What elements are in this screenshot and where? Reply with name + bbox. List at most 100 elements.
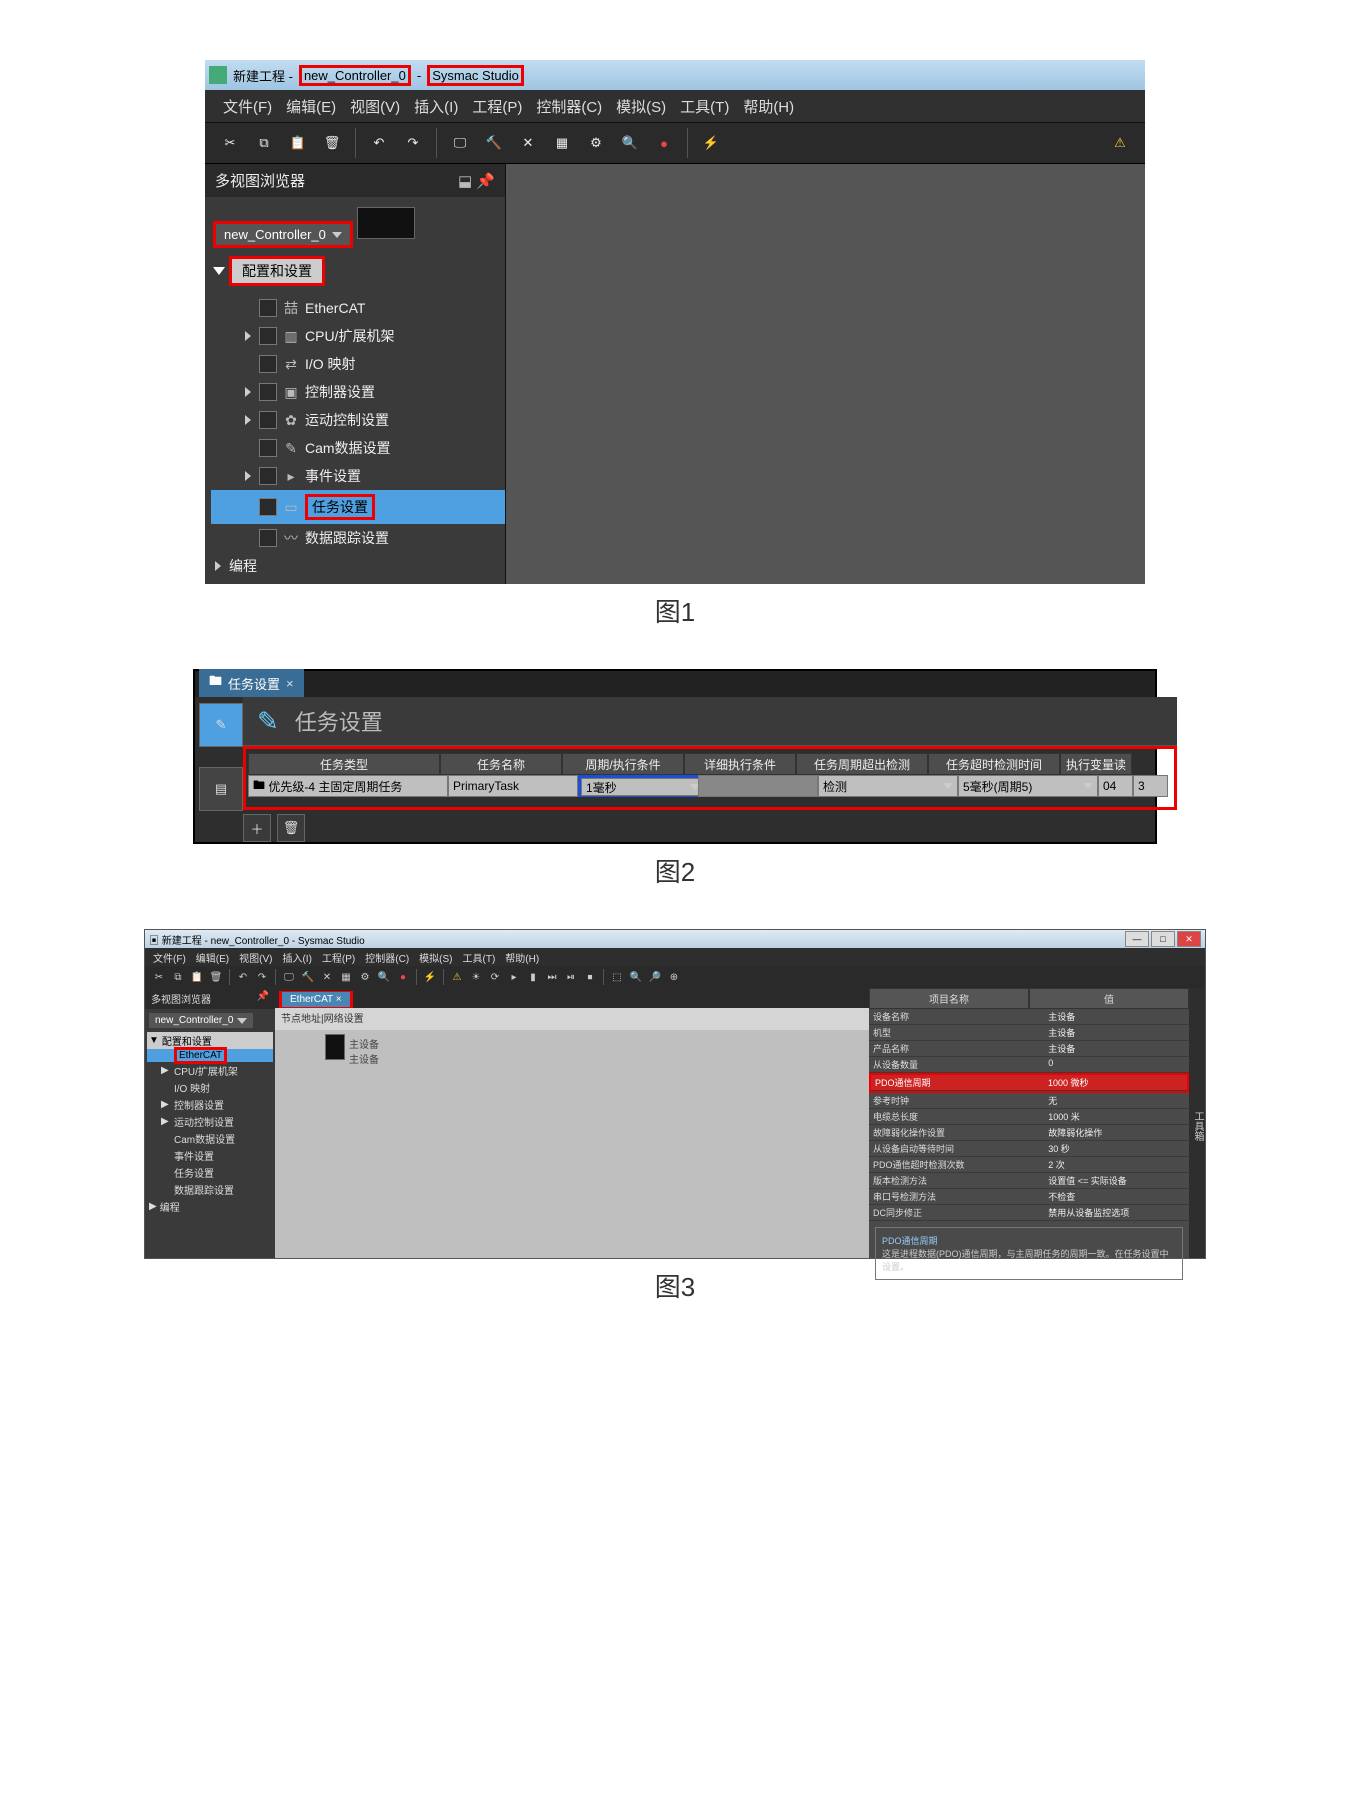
- alert-icon[interactable]: ●: [649, 128, 679, 158]
- cut-icon[interactable]: ✂: [151, 969, 167, 985]
- sub-header: 节点地址|网络设置: [275, 1008, 869, 1030]
- menu-view[interactable]: 视图(V): [350, 96, 400, 117]
- undo-icon[interactable]: ↶: [364, 128, 394, 158]
- tree-item[interactable]: 〰数据跟踪设置: [211, 524, 505, 552]
- cell-v1[interactable]: 04: [1098, 775, 1133, 797]
- property-row[interactable]: 串口号检测方法不检查: [869, 1189, 1189, 1205]
- cell-over-dropdown[interactable]: 检测: [818, 775, 958, 797]
- tool5-icon[interactable]: ⚡: [696, 128, 726, 158]
- close-icon[interactable]: ×: [286, 676, 294, 691]
- copy-icon[interactable]: ⧉: [249, 128, 279, 158]
- controller-select[interactable]: new_Controller_0: [149, 1013, 253, 1028]
- expand-icon[interactable]: [213, 267, 225, 275]
- tree-item[interactable]: ▶CPU/扩展机架: [147, 1062, 273, 1079]
- master-device-icon[interactable]: [325, 1034, 345, 1060]
- chevron-down-icon: [237, 1018, 247, 1024]
- property-row[interactable]: 参考时钟无: [869, 1093, 1189, 1109]
- tool-icon[interactable]: 🖵: [445, 128, 475, 158]
- cell-v2[interactable]: 3: [1133, 775, 1168, 797]
- menu-edit[interactable]: 编辑(E): [286, 96, 336, 117]
- tree-item[interactable]: ▥CPU/扩展机架: [211, 322, 505, 350]
- cell-period-dropdown[interactable]: 1毫秒: [581, 778, 705, 796]
- copy-icon[interactable]: ⧉: [170, 969, 186, 985]
- find-icon[interactable]: 🔍: [615, 128, 645, 158]
- property-row[interactable]: 机型主设备: [869, 1025, 1189, 1041]
- tree-item[interactable]: 数据跟踪设置: [147, 1181, 273, 1198]
- menu-tools[interactable]: 工具(T): [680, 96, 729, 117]
- redo-icon[interactable]: ↷: [398, 128, 428, 158]
- node-icon: ✎: [283, 440, 299, 457]
- program-node[interactable]: ▶ 编程: [147, 1198, 273, 1215]
- delete-icon[interactable]: 🗑: [317, 128, 347, 158]
- menu-controller[interactable]: 控制器(C): [536, 96, 602, 117]
- property-row[interactable]: 产品名称主设备: [869, 1041, 1189, 1057]
- property-row[interactable]: PDO通信超时检测次数2 次: [869, 1157, 1189, 1173]
- delete-icon[interactable]: 🗑: [208, 969, 224, 985]
- cut-icon[interactable]: ✂: [215, 128, 245, 158]
- tool4-icon[interactable]: ⚙: [581, 128, 611, 158]
- list-button[interactable]: ▤: [199, 767, 243, 811]
- minimize-button[interactable]: —: [1125, 931, 1149, 947]
- remove-button[interactable]: 🗑: [277, 814, 305, 842]
- close-button[interactable]: ✕: [1177, 931, 1201, 947]
- maximize-button[interactable]: □: [1151, 931, 1175, 947]
- title-bar: ▣ 新建工程 - new_Controller_0 - Sysmac Studi…: [145, 930, 1205, 948]
- tab-task-settings[interactable]: 🖿 任务设置 ×: [199, 669, 304, 697]
- tree-item[interactable]: ▣控制器设置: [211, 378, 505, 406]
- property-row[interactable]: 从设备启动等待时间30 秒: [869, 1141, 1189, 1157]
- tree-item[interactable]: 事件设置: [147, 1147, 273, 1164]
- property-row[interactable]: DC同步修正禁用从设备监控选项: [869, 1205, 1189, 1221]
- config-node[interactable]: 配置和设置: [232, 259, 322, 283]
- tree-item[interactable]: ✿运动控制设置: [211, 406, 505, 434]
- menu-simulate[interactable]: 模拟(S): [616, 96, 666, 117]
- figure-2-window: 🖿 任务设置 × ✎ ▤ ✎ 任务设置 任务类型 任务名称 周期/执行条件 详细…: [193, 669, 1157, 844]
- undo-icon[interactable]: ↶: [235, 969, 251, 985]
- property-row[interactable]: 版本检测方法设置值 <= 实际设备: [869, 1173, 1189, 1189]
- checkbox-icon: [259, 355, 277, 373]
- tree-item[interactable]: ▶运动控制设置: [147, 1113, 273, 1130]
- menu-file[interactable]: 文件(F): [223, 96, 272, 117]
- cell-name[interactable]: PrimaryTask: [448, 775, 578, 797]
- col-var: 执行变量读: [1060, 753, 1132, 775]
- cell-type[interactable]: 🖿 优先级-4 主固定周期任务: [248, 775, 448, 797]
- network-canvas[interactable]: 主设备 主设备: [275, 1030, 869, 1258]
- app-icon: [209, 66, 227, 84]
- tree-item[interactable]: Cam数据设置: [147, 1130, 273, 1147]
- tree-item[interactable]: ⇄I/O 映射: [211, 350, 505, 378]
- property-row[interactable]: 从设备数量0: [869, 1057, 1189, 1073]
- tree-item[interactable]: ▭任务设置: [211, 490, 505, 524]
- tool3-icon[interactable]: ▦: [547, 128, 577, 158]
- tree-item[interactable]: I/O 映射: [147, 1079, 273, 1096]
- tree-item[interactable]: 任务设置: [147, 1164, 273, 1181]
- property-row[interactable]: 故障弱化操作设置故障弱化操作: [869, 1125, 1189, 1141]
- tree-item[interactable]: ▶控制器设置: [147, 1096, 273, 1113]
- tool2-icon[interactable]: ✕: [513, 128, 543, 158]
- tree-item[interactable]: 喆EtherCAT: [211, 294, 505, 322]
- pin-icon[interactable]: 📌: [257, 991, 269, 1006]
- figure-3-window: ▣ 新建工程 - new_Controller_0 - Sysmac Studi…: [144, 929, 1206, 1259]
- property-row[interactable]: 电缆总长度1000 米: [869, 1109, 1189, 1125]
- menu-project[interactable]: 工程(P): [472, 96, 522, 117]
- warn-icon[interactable]: ⚠: [1105, 128, 1135, 158]
- menu-insert[interactable]: 插入(I): [414, 96, 458, 117]
- add-button[interactable]: ＋: [243, 814, 271, 842]
- paste-icon[interactable]: 📋: [189, 969, 205, 985]
- col-name: 任务名称: [440, 753, 562, 775]
- tree-item[interactable]: ▸事件设置: [211, 462, 505, 490]
- edit-button[interactable]: ✎: [199, 703, 243, 747]
- build-icon[interactable]: 🔨: [479, 128, 509, 158]
- cell-timeout-dropdown[interactable]: 5毫秒(周期5): [958, 775, 1098, 797]
- tree-item[interactable]: EtherCAT: [147, 1049, 273, 1062]
- pin-icon[interactable]: ⬓ 📌: [458, 172, 495, 190]
- redo-icon[interactable]: ↷: [254, 969, 270, 985]
- paste-icon[interactable]: 📋: [283, 128, 313, 158]
- toolbox-tab[interactable]: 工具箱: [1189, 988, 1205, 1258]
- property-row[interactable]: PDO通信周期1000 微秒: [869, 1073, 1189, 1093]
- tab-ethercat[interactable]: EtherCAT ×: [282, 992, 350, 1007]
- node-icon: 〰: [283, 528, 299, 548]
- program-node[interactable]: 编程: [205, 552, 505, 580]
- property-row[interactable]: 设备名称主设备: [869, 1009, 1189, 1025]
- menu-help[interactable]: 帮助(H): [743, 96, 794, 117]
- controller-select[interactable]: new_Controller_0: [216, 224, 350, 245]
- tree-item[interactable]: ✎Cam数据设置: [211, 434, 505, 462]
